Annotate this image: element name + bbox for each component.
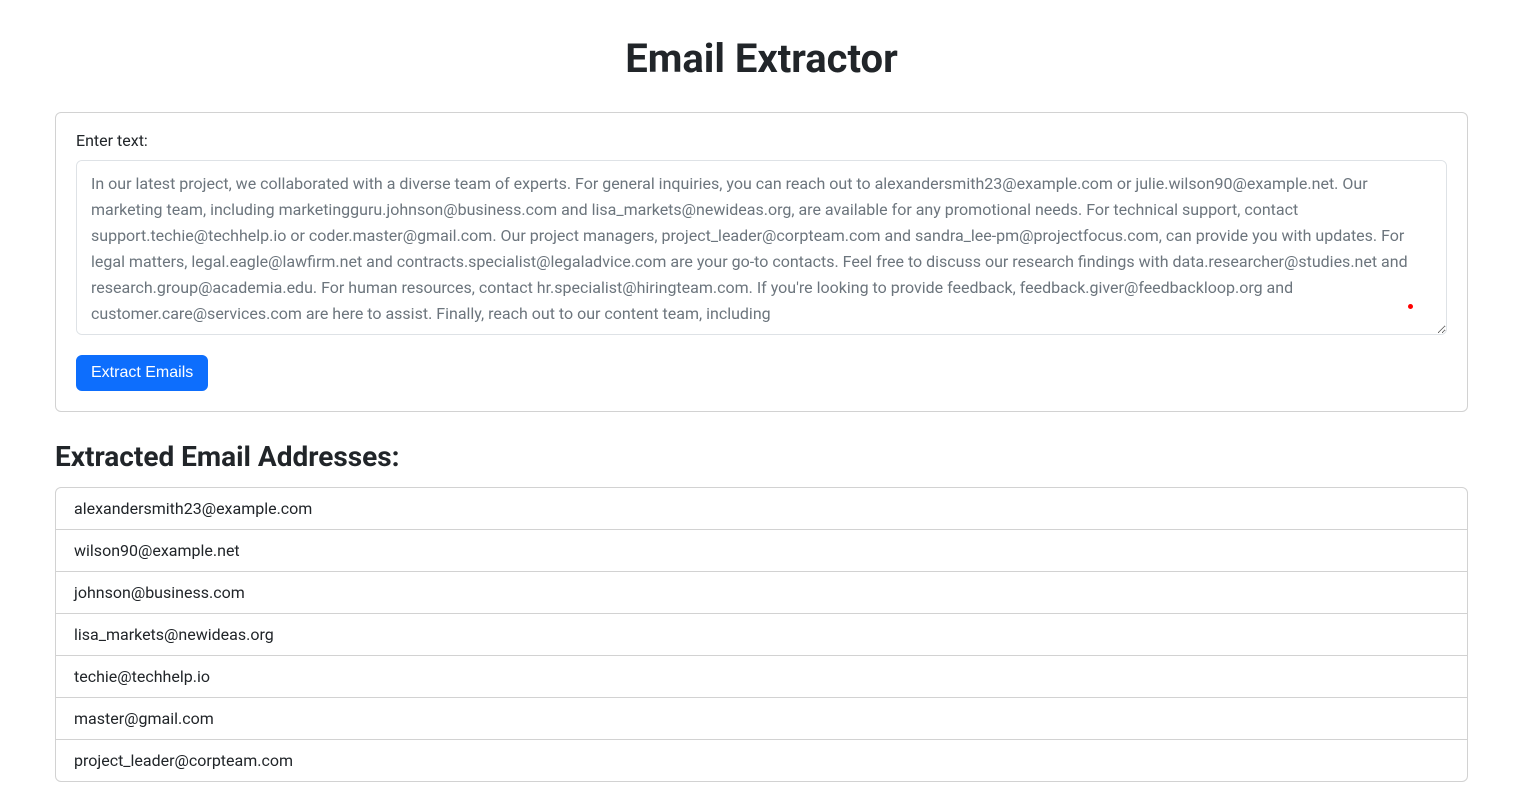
list-item: johnson@business.com [56, 572, 1467, 614]
textarea-wrapper [76, 160, 1447, 339]
results-heading: Extracted Email Addresses: [55, 440, 1468, 473]
list-item: master@gmail.com [56, 698, 1467, 740]
list-item: wilson90@example.net [56, 530, 1467, 572]
list-item: techie@techhelp.io [56, 656, 1467, 698]
text-input[interactable] [76, 160, 1447, 335]
list-item: alexandersmith23@example.com [56, 488, 1467, 530]
textarea-label: Enter text: [76, 131, 1447, 150]
page-title: Email Extractor [55, 35, 1468, 82]
extract-button[interactable]: Extract Emails [76, 355, 208, 391]
input-card: Enter text: Extract Emails [55, 112, 1468, 412]
results-list: alexandersmith23@example.com wilson90@ex… [55, 487, 1468, 782]
list-item: project_leader@corpteam.com [56, 740, 1467, 781]
list-item: lisa_markets@newideas.org [56, 614, 1467, 656]
